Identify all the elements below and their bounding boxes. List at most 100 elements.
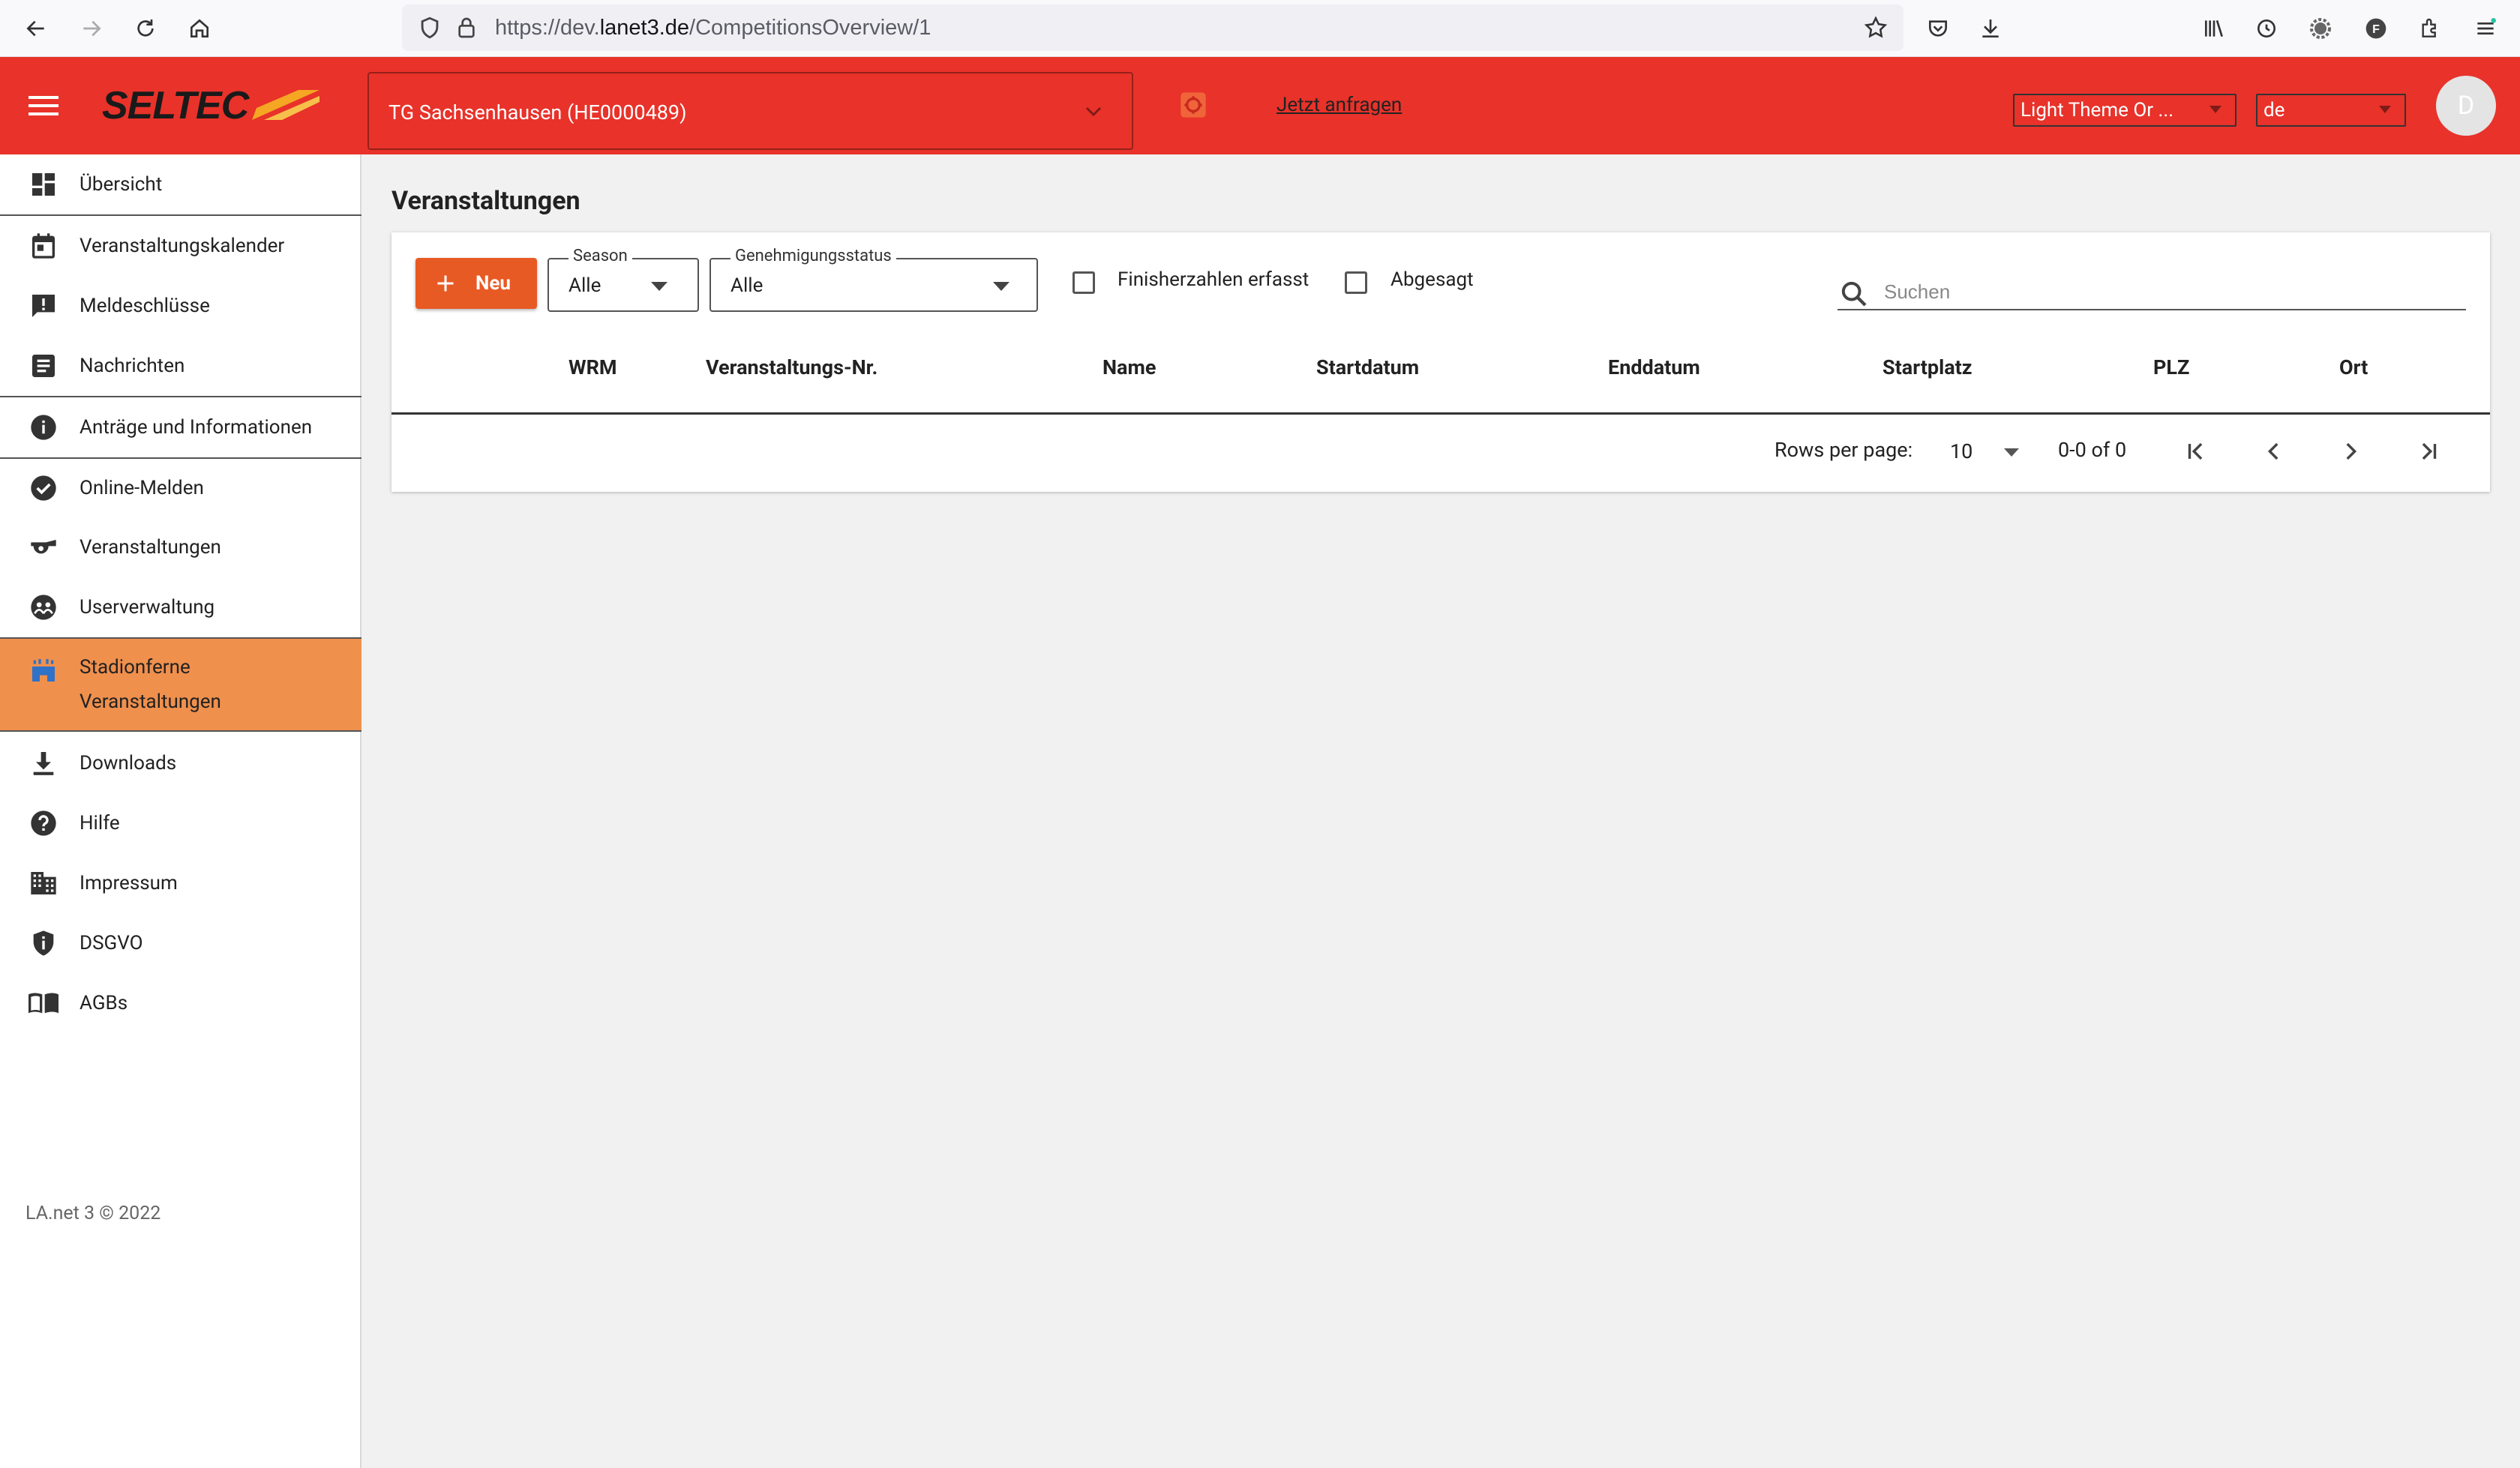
download-arrow-icon[interactable] — [1972, 10, 2008, 46]
column-header-start-place[interactable]: Startplatz — [1882, 355, 1972, 379]
sidebar-item-label: Übersicht — [80, 173, 163, 196]
sidebar-item-impressum[interactable]: Impressum — [0, 853, 362, 913]
finisher-checkbox-label: Finisherzahlen erfasst — [1118, 268, 1310, 291]
extensions-puzzle-icon[interactable] — [2412, 10, 2448, 46]
pocket-icon[interactable] — [1920, 10, 1956, 46]
bookmark-star-icon[interactable] — [1863, 15, 1888, 40]
profile-f-icon[interactable]: F — [2358, 10, 2394, 46]
help-icon — [27, 807, 60, 840]
column-header-plz[interactable]: PLZ — [2153, 355, 2189, 379]
column-header-ort[interactable]: Ort — [2339, 355, 2368, 379]
shield-info-icon — [27, 927, 60, 960]
url-text[interactable]: https://dev.lanet3.de/CompetitionsOvervi… — [495, 4, 931, 51]
caret-down-icon — [2379, 106, 2391, 113]
first-page-icon[interactable] — [2180, 435, 2212, 468]
caret-down-icon — [993, 282, 1010, 291]
sidebar-item-label: Hilfe — [80, 812, 120, 834]
sidebar-item-userverwaltung[interactable]: Userverwaltung — [0, 577, 362, 637]
sidebar-item-label: Meldeschlüsse — [80, 295, 210, 317]
sidebar-item-label: Userverwaltung — [80, 596, 215, 619]
previous-page-icon[interactable] — [2258, 435, 2290, 468]
sidebar-item-nachrichten[interactable]: Nachrichten — [0, 336, 362, 396]
sidebar-item-hilfe[interactable]: Hilfe — [0, 793, 362, 853]
url-bar[interactable]: https://dev.lanet3.de/CompetitionsOvervi… — [402, 4, 1904, 51]
sidebar-item-uebersicht[interactable]: Übersicht — [0, 154, 362, 214]
back-arrow-icon[interactable] — [18, 10, 54, 46]
sidebar-item-downloads[interactable]: Downloads — [0, 733, 362, 793]
check-circle-icon — [27, 472, 60, 505]
theme-select[interactable]: Light Theme Or ... — [2013, 94, 2236, 127]
rows-per-page-value: 10 — [1950, 439, 1973, 463]
request-badge-icon[interactable] — [1178, 90, 1208, 120]
season-select[interactable]: Season Alle — [548, 247, 699, 312]
download-icon — [27, 747, 60, 780]
building-icon — [27, 867, 60, 900]
search-input[interactable] — [1838, 274, 2466, 310]
column-header-end-date[interactable]: Enddatum — [1608, 355, 1700, 379]
sidebar-item-stadionferne-veranstaltungen[interactable]: Stadionferne Veranstaltungen — [0, 637, 362, 732]
app-menu-icon[interactable] — [2468, 10, 2504, 46]
cancelled-checkbox-label: Abgesagt — [1390, 268, 1474, 291]
sidebar-item-label-line2: Veranstaltungen — [80, 691, 221, 713]
approval-status-value: Alle — [730, 274, 764, 297]
sidebar-item-label: DSGVO — [80, 932, 143, 954]
next-page-icon[interactable] — [2334, 435, 2367, 468]
stadium-icon — [27, 654, 60, 687]
calendar-icon — [27, 229, 60, 262]
column-header-wrm[interactable]: WRM — [568, 355, 617, 379]
season-select-value: Alle — [568, 274, 602, 297]
user-avatar[interactable]: D — [2436, 76, 2496, 136]
request-now-link[interactable]: Jetzt anfragen — [1276, 94, 1402, 116]
sidebar-item-label: Anträge und Informationen — [80, 416, 313, 439]
alert-message-icon — [27, 289, 60, 322]
finisher-checkbox[interactable] — [1072, 271, 1095, 294]
competitions-table-panel: Neu Season Alle Genehmigungsstatus Alle … — [392, 232, 2490, 492]
last-page-icon[interactable] — [2412, 435, 2445, 468]
url-path: /CompetitionsOverview/1 — [689, 16, 932, 40]
info-icon — [27, 411, 60, 444]
caret-down-icon — [651, 282, 668, 291]
language-select-value: de — [2264, 99, 2285, 121]
tracking-shield-icon[interactable] — [417, 15, 442, 40]
whistle-icon — [27, 531, 60, 564]
page-title: Veranstaltungen — [392, 186, 580, 216]
reload-icon[interactable] — [128, 10, 164, 46]
sidebar-item-label-line1: Stadionferne — [80, 656, 190, 679]
library-icon[interactable] — [2196, 10, 2232, 46]
sidebar-item-label: Nachrichten — [80, 355, 185, 377]
language-select[interactable]: de — [2256, 94, 2406, 127]
rows-per-page-select[interactable]: 10 — [1950, 433, 2032, 468]
sidebar-item-veranstaltungen[interactable]: Veranstaltungen — [0, 517, 362, 577]
organization-select[interactable]: TG Sachsenhausen (HE0000489) — [368, 72, 1133, 150]
book-icon — [27, 987, 60, 1020]
svg-text:SELTEC: SELTEC — [102, 87, 250, 124]
hamburger-menu-icon[interactable] — [21, 85, 66, 127]
sidebar-item-label: Veranstaltungskalender — [80, 235, 285, 257]
url-prefix: https://dev. — [495, 16, 600, 40]
extension-gear-icon[interactable] — [2302, 10, 2338, 46]
plus-icon — [435, 273, 456, 294]
column-header-name[interactable]: Name — [1102, 355, 1156, 379]
browser-toolbar: https://dev.lanet3.de/CompetitionsOvervi… — [0, 0, 2520, 57]
cancelled-checkbox[interactable] — [1345, 271, 1367, 294]
sidebar-item-label: Downloads — [80, 752, 177, 774]
sidebar-item-meldeschluesse[interactable]: Meldeschlüsse — [0, 276, 362, 336]
sidebar-item-dsgvo[interactable]: DSGVO — [0, 913, 362, 973]
column-header-start-date[interactable]: Startdatum — [1316, 355, 1419, 379]
sidebar-item-veranstaltungskalender[interactable]: Veranstaltungskalender — [0, 214, 362, 276]
history-icon[interactable] — [2248, 10, 2284, 46]
caret-down-icon — [2210, 106, 2222, 113]
home-icon[interactable] — [182, 10, 218, 46]
new-button-label: Neu — [476, 272, 511, 295]
pagination-range: 0-0 of 0 — [2058, 438, 2127, 462]
lock-icon[interactable] — [454, 15, 478, 40]
forward-arrow-icon[interactable] — [74, 10, 110, 46]
sidebar-item-agbs[interactable]: AGBs — [0, 973, 362, 1033]
sidebar-item-online-melden[interactable]: Online-Melden — [0, 457, 362, 517]
chevron-down-icon — [1085, 106, 1102, 117]
column-header-event-number[interactable]: Veranstaltungs-Nr. — [706, 355, 878, 379]
approval-status-select[interactable]: Genehmigungsstatus Alle — [710, 247, 1038, 312]
sidebar-item-label: Veranstaltungen — [80, 536, 221, 559]
new-button[interactable]: Neu — [416, 258, 537, 309]
sidebar-item-antraege[interactable]: Anträge und Informationen — [0, 396, 362, 457]
